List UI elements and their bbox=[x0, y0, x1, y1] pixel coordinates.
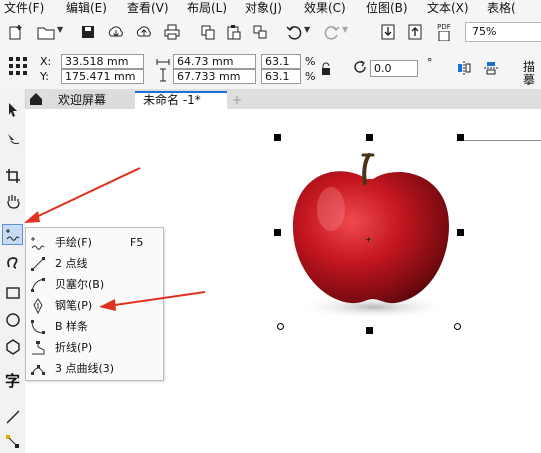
annotation-arrows bbox=[24, 167, 206, 311]
annotation-arrow-toolbox bbox=[24, 167, 141, 223]
annotation-arrow-pen bbox=[99, 291, 206, 311]
